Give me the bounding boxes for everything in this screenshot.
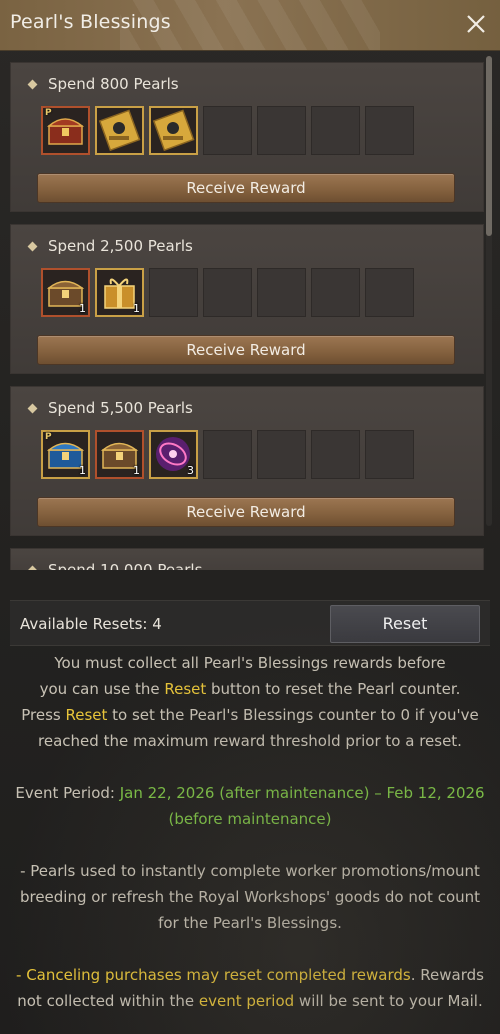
reward-slots: P 1 1 3: [41, 430, 414, 479]
scrollbar-thumb[interactable]: [486, 56, 492, 236]
tier-header: Spend 10,000 Pearls: [27, 561, 203, 570]
title-bar: Pearl's Blessings: [0, 0, 500, 51]
info-line: Press Reset to set the Pearl's Blessings…: [21, 706, 479, 724]
treasure-chest-icon[interactable]: P: [41, 106, 90, 155]
note-line: for the Pearl's Blessings.: [158, 914, 342, 932]
reward-tier-3: Spend 5,500 Pearls P 1 1 3 Receive Rewar…: [10, 386, 484, 536]
close-icon[interactable]: [464, 12, 488, 36]
tier-label: Spend 10,000 Pearls: [48, 561, 203, 570]
gift-box-icon[interactable]: 1: [95, 268, 144, 317]
golden-chest-icon[interactable]: 1: [95, 430, 144, 479]
receive-reward-button[interactable]: Receive Reward: [37, 497, 455, 527]
item-quantity: 3: [187, 464, 194, 477]
info-text: You must collect all Pearl's Blessings r…: [0, 650, 500, 1014]
reset-button[interactable]: Reset: [330, 605, 480, 643]
info-line: You must collect all Pearl's Blessings r…: [54, 654, 446, 672]
item-quantity: 1: [133, 302, 140, 315]
empty-slot: [311, 268, 360, 317]
receive-reward-button[interactable]: Receive Reward: [37, 173, 455, 203]
scrollbar[interactable]: [486, 56, 492, 526]
empty-slot: [311, 430, 360, 479]
info-line: reached the maximum reward threshold pri…: [38, 732, 462, 750]
tier-header: Spend 800 Pearls: [27, 75, 179, 93]
pearls-blessings-window: Pearl's Blessings Spend 800 Pearls P Rec…: [0, 0, 500, 1034]
reward-tier-1: Spend 800 Pearls P Receive Reward: [10, 62, 484, 212]
reward-tier-list[interactable]: Spend 800 Pearls P Receive Reward Spend …: [10, 62, 484, 570]
reward-tier-4: Spend 10,000 Pearls: [10, 548, 484, 570]
tier-label: Spend 2,500 Pearls: [48, 237, 193, 255]
gold-voucher-icon[interactable]: [149, 106, 198, 155]
empty-slot: [203, 268, 252, 317]
receive-reward-button[interactable]: Receive Reward: [37, 335, 455, 365]
diamond-bullet-icon: [27, 403, 38, 413]
item-quantity: 1: [79, 302, 86, 315]
golden-chest-icon[interactable]: 1: [41, 268, 90, 317]
gold-voucher-icon[interactable]: [95, 106, 144, 155]
diamond-bullet-icon: [27, 241, 38, 251]
empty-slot: [311, 106, 360, 155]
empty-slot: [257, 430, 306, 479]
empty-slot: [149, 268, 198, 317]
event-period-cont: (before maintenance): [168, 810, 332, 828]
reward-slots: P: [41, 106, 414, 155]
empty-slot: [203, 106, 252, 155]
resets-bar: Available Resets: 4 Reset: [10, 600, 490, 646]
note-line: - Pearls used to instantly complete work…: [20, 862, 480, 880]
item-quantity: 1: [133, 464, 140, 477]
event-period: Event Period: Jan 22, 2026 (after mainte…: [15, 784, 485, 802]
empty-slot: [203, 430, 252, 479]
empty-slot: [365, 268, 414, 317]
reward-tier-2: Spend 2,500 Pearls 1 1 Receive Reward: [10, 224, 484, 374]
empty-slot: [365, 106, 414, 155]
diamond-bullet-icon: [27, 565, 38, 570]
reward-slots: 1 1: [41, 268, 414, 317]
info-line: you can use the Reset button to reset th…: [39, 680, 461, 698]
available-resets-label: Available Resets: 4: [20, 615, 162, 633]
tier-label: Spend 800 Pearls: [48, 75, 179, 93]
empty-slot: [365, 430, 414, 479]
item-quantity: 1: [79, 464, 86, 477]
empty-slot: [257, 106, 306, 155]
tier-label: Spend 5,500 Pearls: [48, 399, 193, 417]
galaxy-orb-icon[interactable]: 3: [149, 430, 198, 479]
blue-chest-icon[interactable]: P 1: [41, 430, 90, 479]
tier-header: Spend 2,500 Pearls: [27, 237, 193, 255]
warning-line: - Canceling purchases may reset complete…: [16, 966, 484, 984]
warning-line: not collected within the event period wi…: [17, 992, 483, 1010]
diamond-bullet-icon: [27, 79, 38, 89]
note-line: breeding or refresh the Royal Workshops'…: [19, 888, 481, 906]
empty-slot: [257, 268, 306, 317]
window-title: Pearl's Blessings: [10, 11, 171, 33]
tier-header: Spend 5,500 Pearls: [27, 399, 193, 417]
